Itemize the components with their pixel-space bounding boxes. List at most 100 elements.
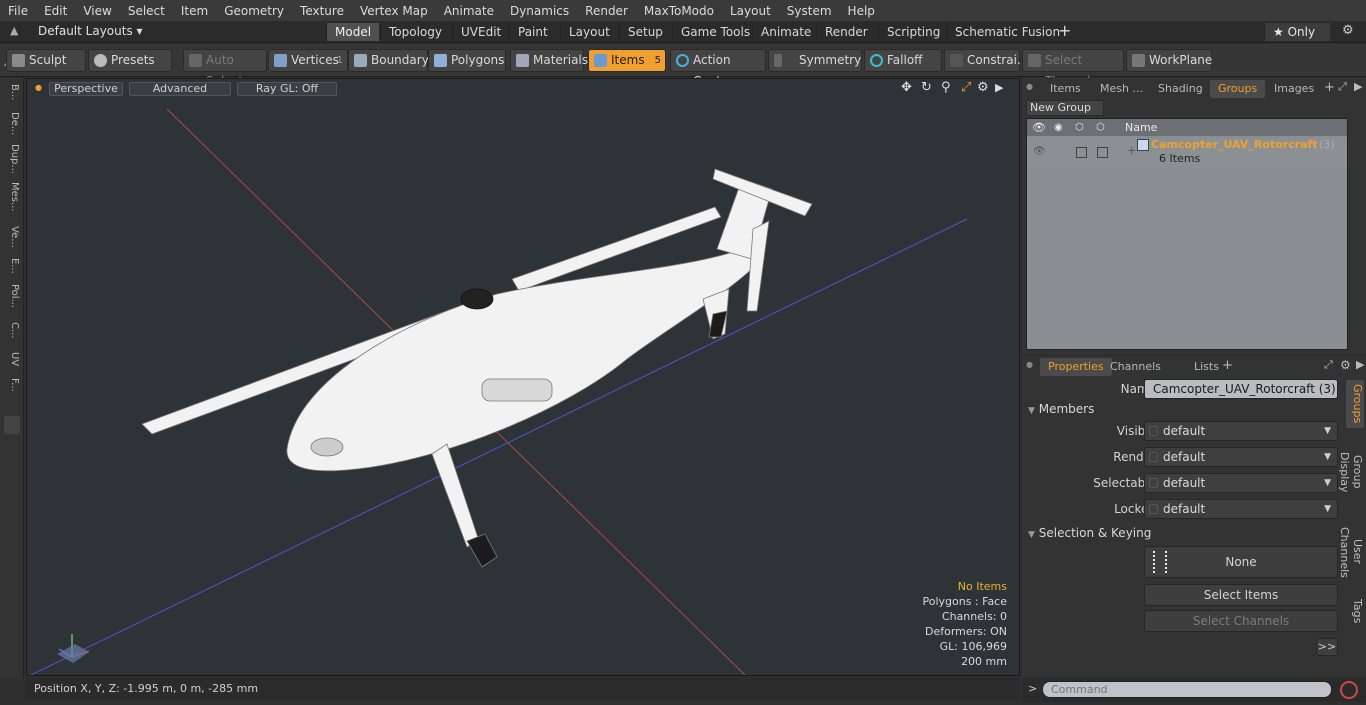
layouts-dropdown[interactable]: Default Layouts ▾ xyxy=(38,24,143,38)
name-column-header[interactable]: Name xyxy=(1125,119,1157,136)
left-tab-e[interactable]: E... xyxy=(4,258,20,274)
locked-dropdown[interactable]: default ▼ xyxy=(1144,499,1338,519)
move-view-icon[interactable]: ✥ xyxy=(901,80,912,95)
constraints-button[interactable]: Constrai... xyxy=(944,49,1028,72)
members-section[interactable]: ▼ Members xyxy=(1028,402,1094,416)
menu-render[interactable]: Render xyxy=(577,4,636,18)
select-through-button[interactable]: Select Through xyxy=(1022,49,1124,88)
row-select-checkbox[interactable] xyxy=(1097,147,1108,158)
tab-properties[interactable]: Properties xyxy=(1040,358,1112,376)
none-button[interactable]: None xyxy=(1144,546,1338,578)
render-icon[interactable]: ⬡ xyxy=(1075,119,1084,136)
tab-images[interactable]: Images xyxy=(1266,80,1322,98)
home-icon[interactable]: ▲ xyxy=(10,24,18,37)
panel-arrow-icon[interactable]: ▶ xyxy=(1354,80,1362,93)
menu-animate[interactable]: Animate xyxy=(436,4,502,18)
row-render-checkbox[interactable] xyxy=(1076,147,1087,158)
add-tab-icon[interactable]: + xyxy=(1058,21,1071,40)
polygons-button[interactable]: Polygons xyxy=(428,49,506,72)
left-tab-de[interactable]: De... xyxy=(4,112,20,135)
menu-layout[interactable]: Layout xyxy=(722,4,779,18)
action-center-button[interactable]: Action Center xyxy=(670,49,766,88)
expand-plus-icon[interactable]: + xyxy=(1127,144,1136,157)
materials-button[interactable]: Materials xyxy=(510,49,588,72)
left-tab-f[interactable]: F... xyxy=(4,378,20,392)
tab-setup[interactable]: Setup xyxy=(619,23,671,41)
raygl-dropdown[interactable]: Ray GL: Off xyxy=(237,82,337,96)
vertices-button[interactable]: Vertices 1 xyxy=(268,49,348,72)
boundary-button[interactable]: Boundary xyxy=(348,49,429,72)
left-tab-uv[interactable]: UV xyxy=(4,352,20,366)
left-strip-toggle[interactable] xyxy=(4,416,20,434)
menu-system[interactable]: System xyxy=(779,4,840,18)
new-group-button[interactable]: New Group xyxy=(1026,100,1104,116)
gear-icon[interactable]: ⚙ xyxy=(1342,23,1354,38)
menu-file[interactable]: File xyxy=(0,4,36,18)
panel-expand-icon[interactable]: ⤢ xyxy=(1338,80,1347,94)
select-channels-button[interactable]: Select Channels xyxy=(1144,610,1338,632)
menu-vertex-map[interactable]: Vertex Map xyxy=(352,4,436,18)
items-button[interactable]: Items 5 xyxy=(588,49,666,72)
tab-mesh[interactable]: Mesh ... xyxy=(1092,80,1151,98)
more-button[interactable]: >> xyxy=(1316,638,1338,656)
tab-game-tools[interactable]: Game Tools xyxy=(672,23,758,41)
tab-paint[interactable]: Paint xyxy=(509,23,556,41)
side-tab-groups[interactable]: Groups xyxy=(1346,380,1364,428)
tab-layout[interactable]: Layout xyxy=(560,23,618,41)
menu-texture[interactable]: Texture xyxy=(292,4,352,18)
tab-schematic-fusion[interactable]: Schematic Fusion xyxy=(946,23,1068,41)
tab-animate[interactable]: Animate xyxy=(752,23,819,41)
left-tab-dup[interactable]: Dup... xyxy=(4,144,20,174)
advanced-dropdown[interactable]: Advanced xyxy=(129,82,231,96)
menu-geometry[interactable]: Geometry xyxy=(216,4,292,18)
left-tab-c[interactable]: C... xyxy=(4,322,20,339)
left-tab-mes[interactable]: Mes... xyxy=(4,182,20,212)
menu-select[interactable]: Select xyxy=(120,4,173,18)
tab-lists[interactable]: Lists xyxy=(1186,358,1227,376)
row-eye-icon[interactable]: 👁 xyxy=(1033,146,1046,157)
add-panel-tab-icon[interactable]: + xyxy=(1324,80,1335,95)
viewport-expand-icon[interactable]: ▶ xyxy=(995,81,1003,94)
select-items-button[interactable]: Select Items xyxy=(1144,584,1338,606)
viewport-settings-icon[interactable]: ⚙ xyxy=(977,80,989,95)
left-tab-pol[interactable]: Pol... xyxy=(4,284,20,308)
tab-items[interactable]: Items xyxy=(1042,80,1089,98)
sculpt-button[interactable]: Sculpt xyxy=(6,49,86,72)
menu-help[interactable]: Help xyxy=(840,4,883,18)
side-tab-tags[interactable]: Tags xyxy=(1346,596,1364,626)
tab-render[interactable]: Render xyxy=(816,23,876,41)
panel-arrow-icon[interactable]: ▶ xyxy=(1356,358,1364,371)
tab-uvedit[interactable]: UVEdit xyxy=(452,23,509,41)
tab-model[interactable]: Model xyxy=(326,23,380,41)
menu-item[interactable]: Item xyxy=(173,4,216,18)
render-dropdown[interactable]: default ▼ xyxy=(1144,447,1338,467)
selection-keying-section[interactable]: ▼ Selection & Keying xyxy=(1028,526,1151,540)
side-tab-user-channels[interactable]: User Channels xyxy=(1338,516,1364,588)
maximize-view-icon[interactable]: ⤢ xyxy=(961,80,971,95)
symmetry-button[interactable]: Symmetry xyxy=(768,49,862,72)
left-tab-ve[interactable]: Ve... xyxy=(4,226,20,248)
command-input[interactable] xyxy=(1042,681,1332,698)
tab-channels[interactable]: Channels xyxy=(1102,358,1169,376)
panel-gear-icon[interactable]: ⚙ xyxy=(1340,358,1351,372)
lock-icon[interactable]: ◉ xyxy=(1054,119,1063,136)
record-icon[interactable] xyxy=(1340,681,1358,699)
tab-topology[interactable]: Topology xyxy=(380,23,450,41)
tab-groups[interactable]: Groups xyxy=(1210,80,1266,98)
add-panel-tab-icon[interactable]: + xyxy=(1222,358,1233,373)
menu-view[interactable]: View xyxy=(75,4,119,18)
visible-dropdown[interactable]: default ▼ xyxy=(1144,421,1338,441)
presets-button[interactable]: Presets xyxy=(88,49,172,72)
auto-select-button[interactable]: Auto Select xyxy=(183,49,267,88)
select-icon[interactable]: ⬡ xyxy=(1096,119,1105,136)
name-input[interactable]: Camcopter_UAV_Rotorcraft (3) xyxy=(1144,379,1338,399)
tab-shading[interactable]: Shading xyxy=(1150,80,1211,98)
workplane-button[interactable]: WorkPlane xyxy=(1126,49,1212,72)
3d-viewport[interactable]: ● Perspective Advanced Ray GL: Off ✥ ↻ ⚲… xyxy=(26,78,1020,676)
tab-scripting[interactable]: Scripting xyxy=(878,23,948,41)
visibility-eye-icon[interactable]: 👁 xyxy=(1032,119,1046,136)
left-tab-b[interactable]: B... xyxy=(4,84,20,100)
selectable-dropdown[interactable]: default ▼ xyxy=(1144,473,1338,493)
only-toggle[interactable]: ★ Only xyxy=(1264,23,1330,41)
group-row[interactable]: 👁 + Camcopter_UAV_Rotorcraft (3) 6 Items xyxy=(1027,138,1347,168)
